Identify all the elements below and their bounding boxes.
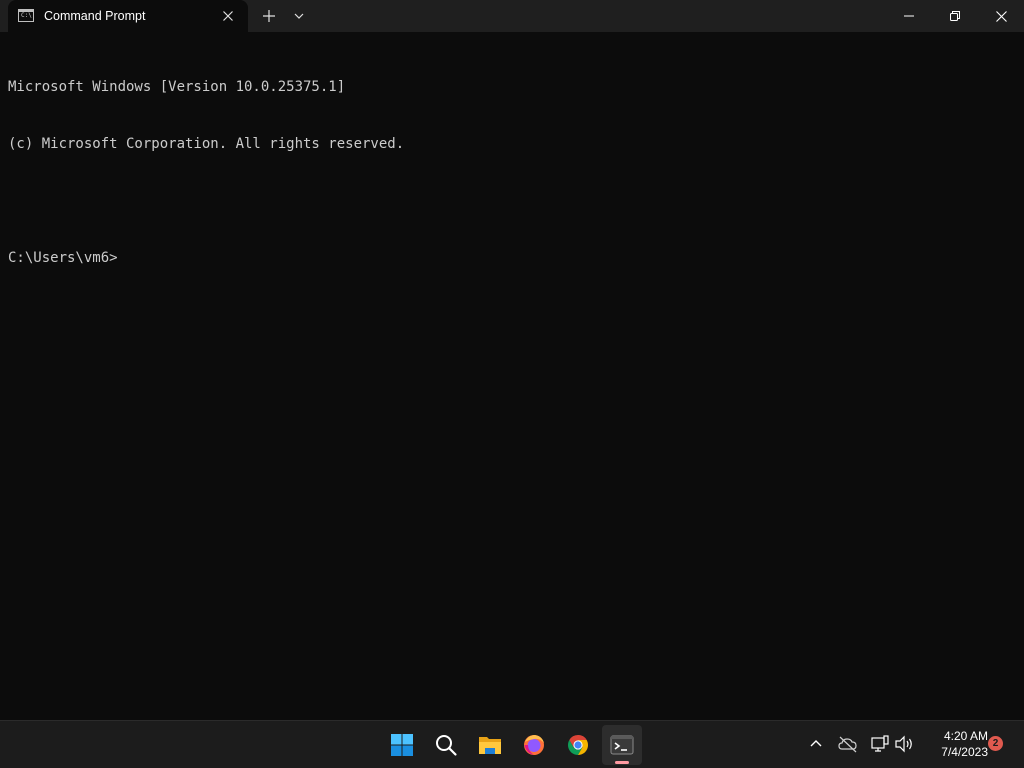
network-button[interactable] [869, 733, 891, 755]
cloud-offline-icon [838, 736, 857, 753]
tab-title: Command Prompt [44, 9, 146, 23]
minimize-icon [904, 15, 914, 17]
onedrive-button[interactable] [837, 733, 859, 755]
tab-command-prompt[interactable]: C:\ Command Prompt [8, 0, 248, 32]
command-prompt-window: C:\ Command Prompt Microsoft Windows [Ve… [0, 0, 1024, 720]
search-button[interactable] [426, 725, 466, 765]
notification-badge[interactable]: 2 [988, 736, 1003, 751]
console-line: (c) Microsoft Corporation. All rights re… [8, 136, 405, 152]
chrome-button[interactable] [558, 725, 598, 765]
close-icon [996, 11, 1007, 22]
clock[interactable]: 4:20 AM 7/4/2023 [918, 728, 988, 760]
tab-close-button[interactable] [218, 6, 238, 26]
clock-time: 4:20 AM [943, 729, 988, 743]
close-icon [223, 11, 233, 21]
chrome-icon [568, 735, 588, 755]
command-prompt-icon: C:\ [18, 9, 34, 22]
show-hidden-icons-button[interactable] [805, 733, 827, 755]
chevron-down-icon [294, 13, 304, 19]
network-icon [871, 735, 889, 752]
file-explorer-button[interactable] [470, 725, 510, 765]
taskbar: 4:20 AM 7/4/2023 [0, 720, 1024, 768]
close-window-button[interactable] [978, 0, 1024, 32]
console-prompt[interactable]: C:\Users\vm6> [8, 249, 404, 268]
terminal-button[interactable] [602, 725, 642, 765]
clock-date: 7/4/2023 [941, 745, 988, 759]
firefox-button[interactable] [514, 725, 554, 765]
search-icon [436, 735, 457, 756]
start-button[interactable] [382, 725, 422, 765]
console-line: Microsoft Windows [Version 10.0.25375.1] [8, 79, 346, 95]
plus-icon [263, 10, 275, 22]
volume-icon [895, 735, 912, 753]
tab-dropdown-button[interactable] [289, 4, 309, 28]
restore-button[interactable] [932, 0, 978, 32]
command-prompt-icon-glyph: C:\ [21, 12, 32, 19]
terminal-icon [610, 735, 634, 755]
folder-icon [479, 737, 501, 754]
new-tab-button[interactable] [258, 4, 280, 28]
windows-logo-icon [391, 734, 413, 756]
firefox-icon [524, 735, 544, 755]
title-bar[interactable]: C:\ Command Prompt [0, 0, 1024, 32]
chevron-up-icon [810, 740, 822, 747]
volume-button[interactable] [893, 733, 915, 755]
console-output[interactable]: Microsoft Windows [Version 10.0.25375.1]… [8, 40, 404, 306]
restore-icon [950, 11, 960, 21]
active-app-indicator [615, 761, 629, 764]
minimize-button[interactable] [886, 0, 932, 32]
